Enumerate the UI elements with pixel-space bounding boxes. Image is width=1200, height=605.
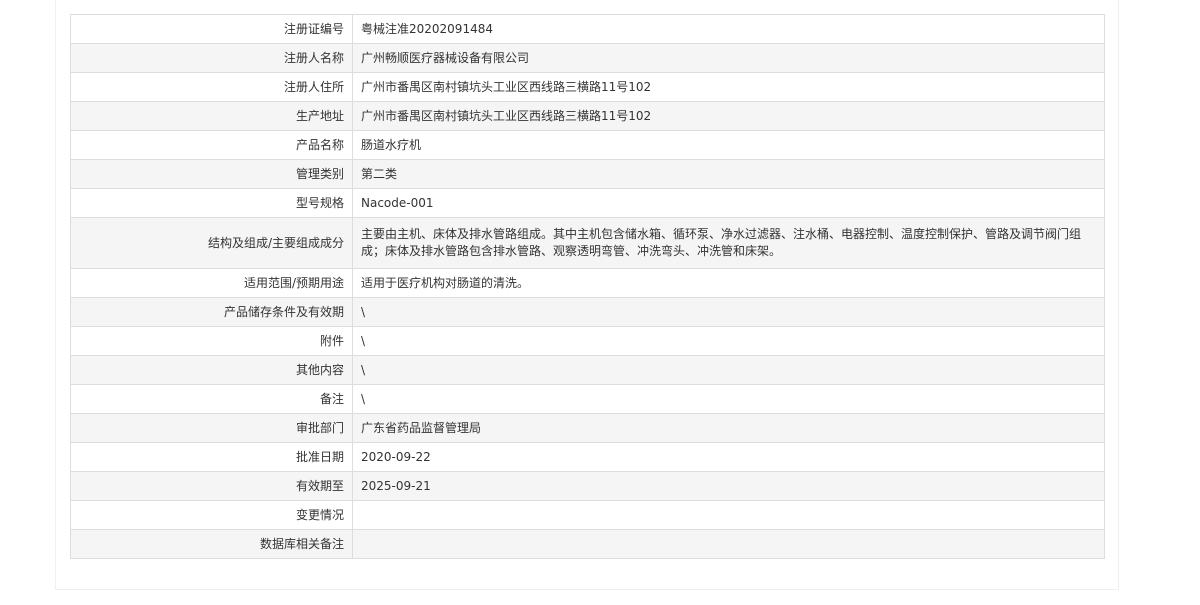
row-label: 注册人名称 bbox=[70, 43, 353, 73]
table-row: 产品名称 肠道水疗机 bbox=[70, 130, 1105, 160]
row-value: 广东省药品监督管理局 bbox=[352, 413, 1105, 443]
table-row: 批准日期 2020-09-22 bbox=[70, 442, 1105, 472]
row-value: \ bbox=[352, 355, 1105, 385]
table-row: 产品储存条件及有效期 \ bbox=[70, 297, 1105, 327]
table-row: 数据库相关备注 bbox=[70, 529, 1105, 559]
row-label: 附件 bbox=[70, 326, 353, 356]
row-value: \ bbox=[352, 384, 1105, 414]
row-label: 结构及组成/主要组成成分 bbox=[70, 217, 353, 269]
detail-panel: 注册证编号 粤械注准20202091484 注册人名称 广州畅顺医疗器械设备有限… bbox=[55, 0, 1119, 590]
registration-detail-table: 注册证编号 粤械注准20202091484 注册人名称 广州畅顺医疗器械设备有限… bbox=[70, 14, 1105, 559]
row-label: 生产地址 bbox=[70, 101, 353, 131]
row-value: 2020-09-22 bbox=[352, 442, 1105, 472]
table-row: 审批部门 广东省药品监督管理局 bbox=[70, 413, 1105, 443]
row-value: 肠道水疗机 bbox=[352, 130, 1105, 160]
row-value: \ bbox=[352, 297, 1105, 327]
row-value: 第二类 bbox=[352, 159, 1105, 189]
row-label: 审批部门 bbox=[70, 413, 353, 443]
row-value: 适用于医疗机构对肠道的清洗。 bbox=[352, 268, 1105, 298]
table-row: 注册人住所 广州市番禺区南村镇坑头工业区西线路三横路11号102 bbox=[70, 72, 1105, 102]
row-label: 数据库相关备注 bbox=[70, 529, 353, 559]
table-row: 备注 \ bbox=[70, 384, 1105, 414]
table-row: 结构及组成/主要组成成分 主要由主机、床体及排水管路组成。其中主机包含储水箱、循… bbox=[70, 217, 1105, 269]
row-label: 批准日期 bbox=[70, 442, 353, 472]
table-row: 适用范围/预期用途 适用于医疗机构对肠道的清洗。 bbox=[70, 268, 1105, 298]
row-label: 其他内容 bbox=[70, 355, 353, 385]
table-row: 生产地址 广州市番禺区南村镇坑头工业区西线路三横路11号102 bbox=[70, 101, 1105, 131]
table-row: 附件 \ bbox=[70, 326, 1105, 356]
row-value: 粤械注准20202091484 bbox=[352, 14, 1105, 44]
row-value: 广州市番禺区南村镇坑头工业区西线路三横路11号102 bbox=[352, 72, 1105, 102]
row-value: Nacode-001 bbox=[352, 188, 1105, 218]
row-label: 备注 bbox=[70, 384, 353, 414]
row-value: 主要由主机、床体及排水管路组成。其中主机包含储水箱、循环泵、净水过滤器、注水桶、… bbox=[352, 217, 1105, 269]
row-label: 产品储存条件及有效期 bbox=[70, 297, 353, 327]
row-value: 广州市番禺区南村镇坑头工业区西线路三横路11号102 bbox=[352, 101, 1105, 131]
row-label: 型号规格 bbox=[70, 188, 353, 218]
row-label: 有效期至 bbox=[70, 471, 353, 501]
table-row: 注册人名称 广州畅顺医疗器械设备有限公司 bbox=[70, 43, 1105, 73]
table-row: 其他内容 \ bbox=[70, 355, 1105, 385]
table-row: 注册证编号 粤械注准20202091484 bbox=[70, 14, 1105, 44]
row-label: 管理类别 bbox=[70, 159, 353, 189]
table-row: 变更情况 bbox=[70, 500, 1105, 530]
row-label: 注册人住所 bbox=[70, 72, 353, 102]
row-label: 注册证编号 bbox=[70, 14, 353, 44]
row-label: 变更情况 bbox=[70, 500, 353, 530]
row-value: \ bbox=[352, 326, 1105, 356]
table-row: 型号规格 Nacode-001 bbox=[70, 188, 1105, 218]
row-value bbox=[352, 529, 1105, 559]
table-row: 有效期至 2025-09-21 bbox=[70, 471, 1105, 501]
row-label: 产品名称 bbox=[70, 130, 353, 160]
table-row: 管理类别 第二类 bbox=[70, 159, 1105, 189]
row-label: 适用范围/预期用途 bbox=[70, 268, 353, 298]
row-value: 广州畅顺医疗器械设备有限公司 bbox=[352, 43, 1105, 73]
row-value: 2025-09-21 bbox=[352, 471, 1105, 501]
row-value bbox=[352, 500, 1105, 530]
